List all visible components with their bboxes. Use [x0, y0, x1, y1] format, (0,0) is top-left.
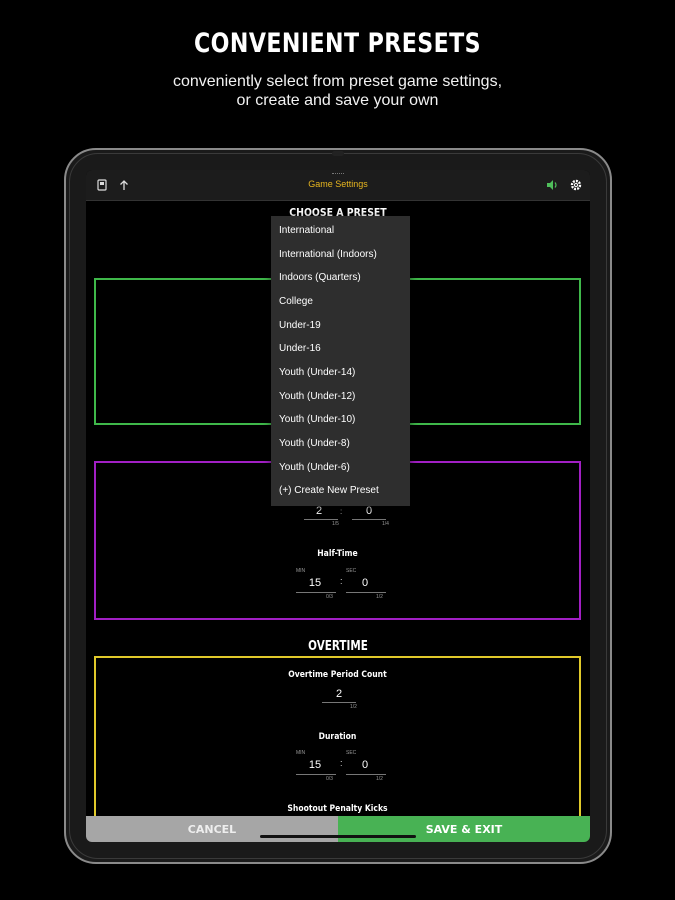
overtime-period-count-label: Overtime Period Count	[288, 670, 387, 680]
overtime-separator: :	[340, 758, 343, 768]
promo-subline-1: conveniently select from preset game set…	[172, 73, 503, 90]
period-other-value: 0	[365, 505, 373, 517]
preset-option[interactable]: College	[279, 296, 313, 307]
half-time-min-value: 15	[308, 577, 322, 589]
promo-subline: conveniently select from preset game set…	[0, 72, 675, 110]
overtime-period-count-hint: 1/2	[350, 704, 357, 710]
overtime-min-label: MIN	[296, 750, 306, 756]
overtime-min-hint: 0/3	[326, 776, 333, 782]
create-new-preset-option[interactable]: (+) Create New Preset	[279, 485, 379, 496]
overtime-period-count-underline	[322, 702, 356, 703]
preset-option[interactable]: Youth (Under-6)	[279, 462, 350, 473]
preset-option[interactable]: Youth (Under-8)	[279, 438, 350, 449]
preset-option[interactable]: Youth (Under-10)	[279, 414, 355, 425]
promo-headline: CONVENIENT PRESETS	[194, 28, 481, 59]
app-screen: Game Settings CHOOSE A PRESET 2 1/5 : 0 …	[86, 170, 590, 842]
overtime-title: OVERTIME	[308, 639, 368, 654]
half-time-separator: :	[340, 576, 343, 586]
overtime-min-underline	[296, 774, 336, 775]
nav-bar: Game Settings	[86, 170, 590, 201]
preset-option[interactable]: International (Indoors)	[279, 249, 377, 260]
half-time-sec-hint: 1/2	[376, 594, 383, 600]
preset-option[interactable]: Indoors (Quarters)	[279, 272, 361, 283]
half-time-sec-label: SEC	[346, 568, 357, 574]
period-count-value: 2	[315, 505, 323, 517]
half-time-sec-value: 0	[361, 577, 369, 589]
overtime-min-value: 15	[308, 759, 322, 771]
cancel-button[interactable]: CANCEL	[86, 816, 338, 842]
half-time-min-label: MIN	[296, 568, 306, 574]
half-time-sec-underline	[346, 592, 386, 593]
gear-icon[interactable]	[568, 177, 584, 193]
home-indicator	[260, 835, 416, 838]
overtime-sec-value: 0	[361, 759, 369, 771]
promo-subline-2: or create and save your own	[236, 92, 439, 109]
period-other-underline	[352, 519, 386, 520]
preset-option[interactable]: Youth (Under-14)	[279, 367, 355, 378]
overtime-period-count-value: 2	[335, 688, 343, 700]
half-time-min-hint: 0/3	[326, 594, 333, 600]
period-count-underline	[304, 519, 338, 520]
preset-option[interactable]: Under-19	[279, 320, 321, 331]
overtime-settings-box: Overtime Period Count 2 1/2 Duration MIN…	[94, 656, 581, 826]
preset-dropdown-menu: International International (Indoors) In…	[271, 216, 410, 506]
shootout-label: Shootout Penalty Kicks	[287, 804, 388, 814]
save-exit-button[interactable]: SAVE & EXIT	[338, 816, 590, 842]
overtime-sec-underline	[346, 774, 386, 775]
period-separator: :	[340, 507, 343, 516]
overtime-sec-hint: 1/2	[376, 776, 383, 782]
preset-option[interactable]: Under-16	[279, 343, 321, 354]
window-grabber[interactable]	[332, 173, 344, 177]
period-other-hint: 1/4	[382, 521, 389, 527]
preset-option[interactable]: Youth (Under-12)	[279, 391, 355, 402]
nav-title: Game Settings	[308, 179, 368, 189]
overtime-sec-label: SEC	[346, 750, 357, 756]
half-time-label: Half-Time	[317, 549, 358, 559]
action-bar: CANCEL SAVE & EXIT	[86, 816, 590, 842]
overtime-duration-label: Duration	[318, 732, 357, 742]
volume-icon[interactable]	[544, 177, 560, 193]
preset-option[interactable]: International	[279, 225, 334, 236]
period-count-hint: 1/5	[332, 521, 339, 527]
camera-notch	[332, 151, 344, 156]
half-time-min-underline	[296, 592, 336, 593]
